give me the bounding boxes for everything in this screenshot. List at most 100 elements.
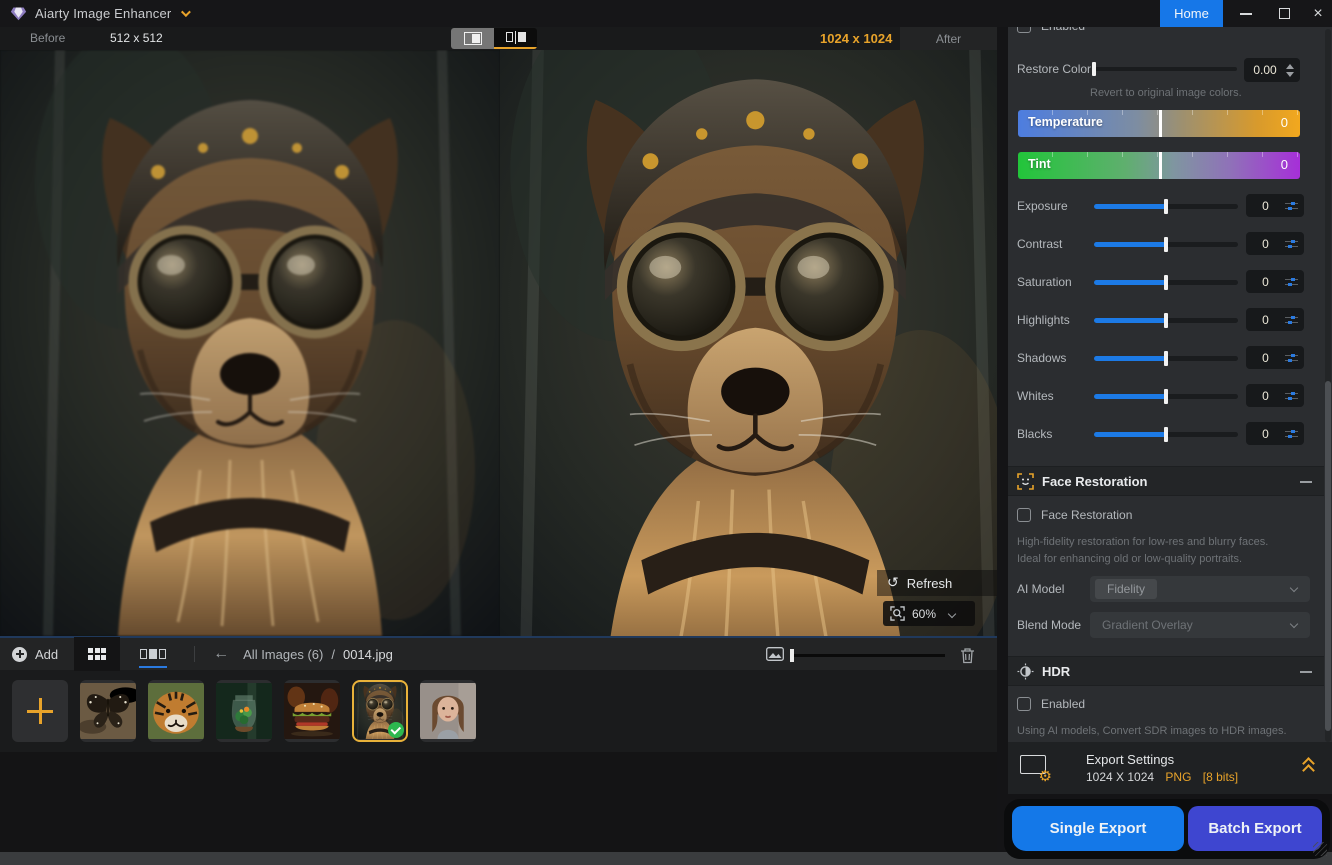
whites-value[interactable]: 0 — [1246, 384, 1304, 407]
slider-handle[interactable] — [1159, 152, 1162, 179]
restore-color-row: Restore Color 0.00 — [1008, 60, 1320, 80]
highlights-slider[interactable] — [1094, 318, 1238, 323]
stepper-icon[interactable] — [1285, 391, 1298, 401]
stepper-icon[interactable] — [1285, 429, 1298, 439]
collapse-icon[interactable] — [1300, 481, 1312, 483]
maximize-button[interactable] — [1266, 0, 1302, 27]
slider-view-button[interactable] — [494, 28, 537, 49]
minimize-icon — [1240, 13, 1252, 15]
thumbnail-size-slider[interactable] — [790, 654, 945, 657]
stepper-icon[interactable] — [1285, 239, 1298, 249]
close-button[interactable]: × — [1300, 0, 1332, 27]
slider-handle[interactable] — [1164, 275, 1168, 290]
grid-view-button[interactable] — [74, 637, 120, 671]
restore-color-value[interactable]: 0.00 — [1244, 58, 1300, 82]
before-image-pane[interactable] — [0, 50, 500, 636]
thumbnail-burger[interactable] — [284, 680, 340, 742]
contrast-slider[interactable] — [1094, 242, 1238, 247]
delete-button[interactable] — [960, 647, 975, 664]
slider-handle[interactable] — [1164, 389, 1168, 404]
chevron-down-icon — [948, 609, 956, 617]
blend-mode-dropdown[interactable]: Gradient Overlay — [1090, 612, 1310, 638]
stepper-icon[interactable] — [1285, 201, 1298, 211]
face-restoration-checkbox[interactable] — [1017, 508, 1031, 522]
thumbnail-dog-selected[interactable] — [352, 680, 408, 742]
split-view-button[interactable] — [451, 28, 494, 49]
enabled-checkbox[interactable] — [1017, 27, 1031, 33]
hdr-header[interactable]: HDR — [1008, 656, 1324, 686]
thumbnail-tiger[interactable] — [148, 680, 204, 742]
stepper-icon[interactable] — [1285, 277, 1298, 287]
exposure-slider[interactable] — [1094, 204, 1238, 209]
spinner-down-icon[interactable] — [1286, 72, 1294, 77]
ai-model-dropdown[interactable]: Fidelity — [1090, 576, 1310, 602]
add-image-tile[interactable] — [12, 680, 68, 742]
image-viewer: ↺ Refresh 60% — [0, 50, 997, 636]
refresh-button[interactable]: ↺ Refresh — [877, 570, 997, 596]
spinner-control[interactable] — [1286, 64, 1294, 77]
close-icon: × — [1313, 5, 1322, 23]
thumbnail-woman[interactable] — [420, 680, 476, 742]
shadows-row: Shadows 0 — [1008, 350, 1320, 366]
thumbnail-terrarium[interactable] — [216, 680, 272, 742]
restore-color-slider[interactable] — [1092, 67, 1237, 71]
after-image — [500, 50, 997, 636]
whites-slider[interactable] — [1094, 394, 1238, 399]
export-size: 1024 X 1024 — [1086, 770, 1154, 784]
compare-bar: Before 512 x 512 1024 x 1024 After — [0, 27, 997, 50]
before-label: Before — [30, 31, 65, 45]
saturation-slider[interactable] — [1094, 280, 1238, 285]
contrast-row: Contrast 0 — [1008, 236, 1320, 252]
saturation-value[interactable]: 0 — [1246, 270, 1304, 293]
collapse-icon[interactable] — [1300, 671, 1312, 673]
film-toolbar: Add ← All Images (6) / 0014.jpg — [0, 636, 997, 670]
slider-view-icon — [506, 31, 526, 44]
blacks-value[interactable]: 0 — [1246, 422, 1304, 445]
slider-handle[interactable] — [1164, 351, 1168, 366]
tint-slider[interactable]: Tint 0 — [1018, 152, 1300, 179]
resize-grip[interactable] — [1313, 842, 1327, 856]
panel-scrollbar[interactable] — [1325, 29, 1331, 742]
home-button[interactable]: Home — [1160, 0, 1223, 27]
slider-handle[interactable] — [790, 649, 794, 662]
slider-handle[interactable] — [1164, 427, 1168, 442]
shadows-value[interactable]: 0 — [1246, 346, 1304, 369]
batch-export-button[interactable]: Batch Export — [1188, 806, 1322, 851]
filmstrip-view-button[interactable] — [130, 637, 176, 671]
spinner-up-icon[interactable] — [1286, 64, 1294, 69]
app-logo-icon — [10, 5, 27, 22]
add-image-button[interactable]: Add — [12, 647, 58, 662]
minimize-button[interactable] — [1228, 0, 1264, 27]
back-arrow-icon[interactable]: ← — [213, 646, 229, 662]
blacks-slider[interactable] — [1094, 432, 1238, 437]
blend-mode-row: Blend Mode Gradient Overlay — [1008, 612, 1320, 638]
exposure-value[interactable]: 0 — [1246, 194, 1304, 217]
export-settings-block[interactable]: ⚙ Export Settings 1024 X 1024 PNG [8 bit… — [1008, 742, 1332, 794]
breadcrumb-all-images[interactable]: All Images (6) — [243, 647, 323, 662]
split-view-icon — [464, 32, 482, 45]
slider-handle[interactable] — [1159, 110, 1162, 137]
after-label: After — [936, 32, 961, 46]
stepper-icon[interactable] — [1285, 353, 1298, 363]
single-export-button[interactable]: Single Export — [1012, 806, 1184, 851]
hdr-enabled-checkbox[interactable] — [1017, 697, 1031, 711]
scrollbar-thumb[interactable] — [1325, 381, 1331, 731]
slider-handle[interactable] — [1164, 199, 1168, 214]
chevron-down-icon[interactable] — [181, 7, 191, 17]
thumbnail-butterfly[interactable] — [80, 680, 136, 742]
face-restoration-header[interactable]: Face Restoration — [1008, 466, 1324, 496]
slider-handle[interactable] — [1164, 313, 1168, 328]
after-image-pane[interactable]: ↺ Refresh 60% — [500, 50, 997, 636]
shadows-slider[interactable] — [1094, 356, 1238, 361]
slider-handle[interactable] — [1092, 62, 1096, 76]
temperature-slider[interactable]: Temperature 0 — [1018, 110, 1300, 137]
slider-handle[interactable] — [1164, 237, 1168, 252]
stepper-icon[interactable] — [1285, 315, 1298, 325]
zoom-level-dropdown[interactable]: 60% — [883, 601, 975, 626]
saturation-row: Saturation 0 — [1008, 274, 1320, 290]
highlights-value[interactable]: 0 — [1246, 308, 1304, 331]
double-chevron-up-icon[interactable] — [1302, 758, 1316, 776]
export-bit-depth: [8 bits] — [1203, 770, 1238, 784]
contrast-value[interactable]: 0 — [1246, 232, 1304, 255]
restore-color-hint: Revert to original image colors. — [1090, 83, 1332, 101]
